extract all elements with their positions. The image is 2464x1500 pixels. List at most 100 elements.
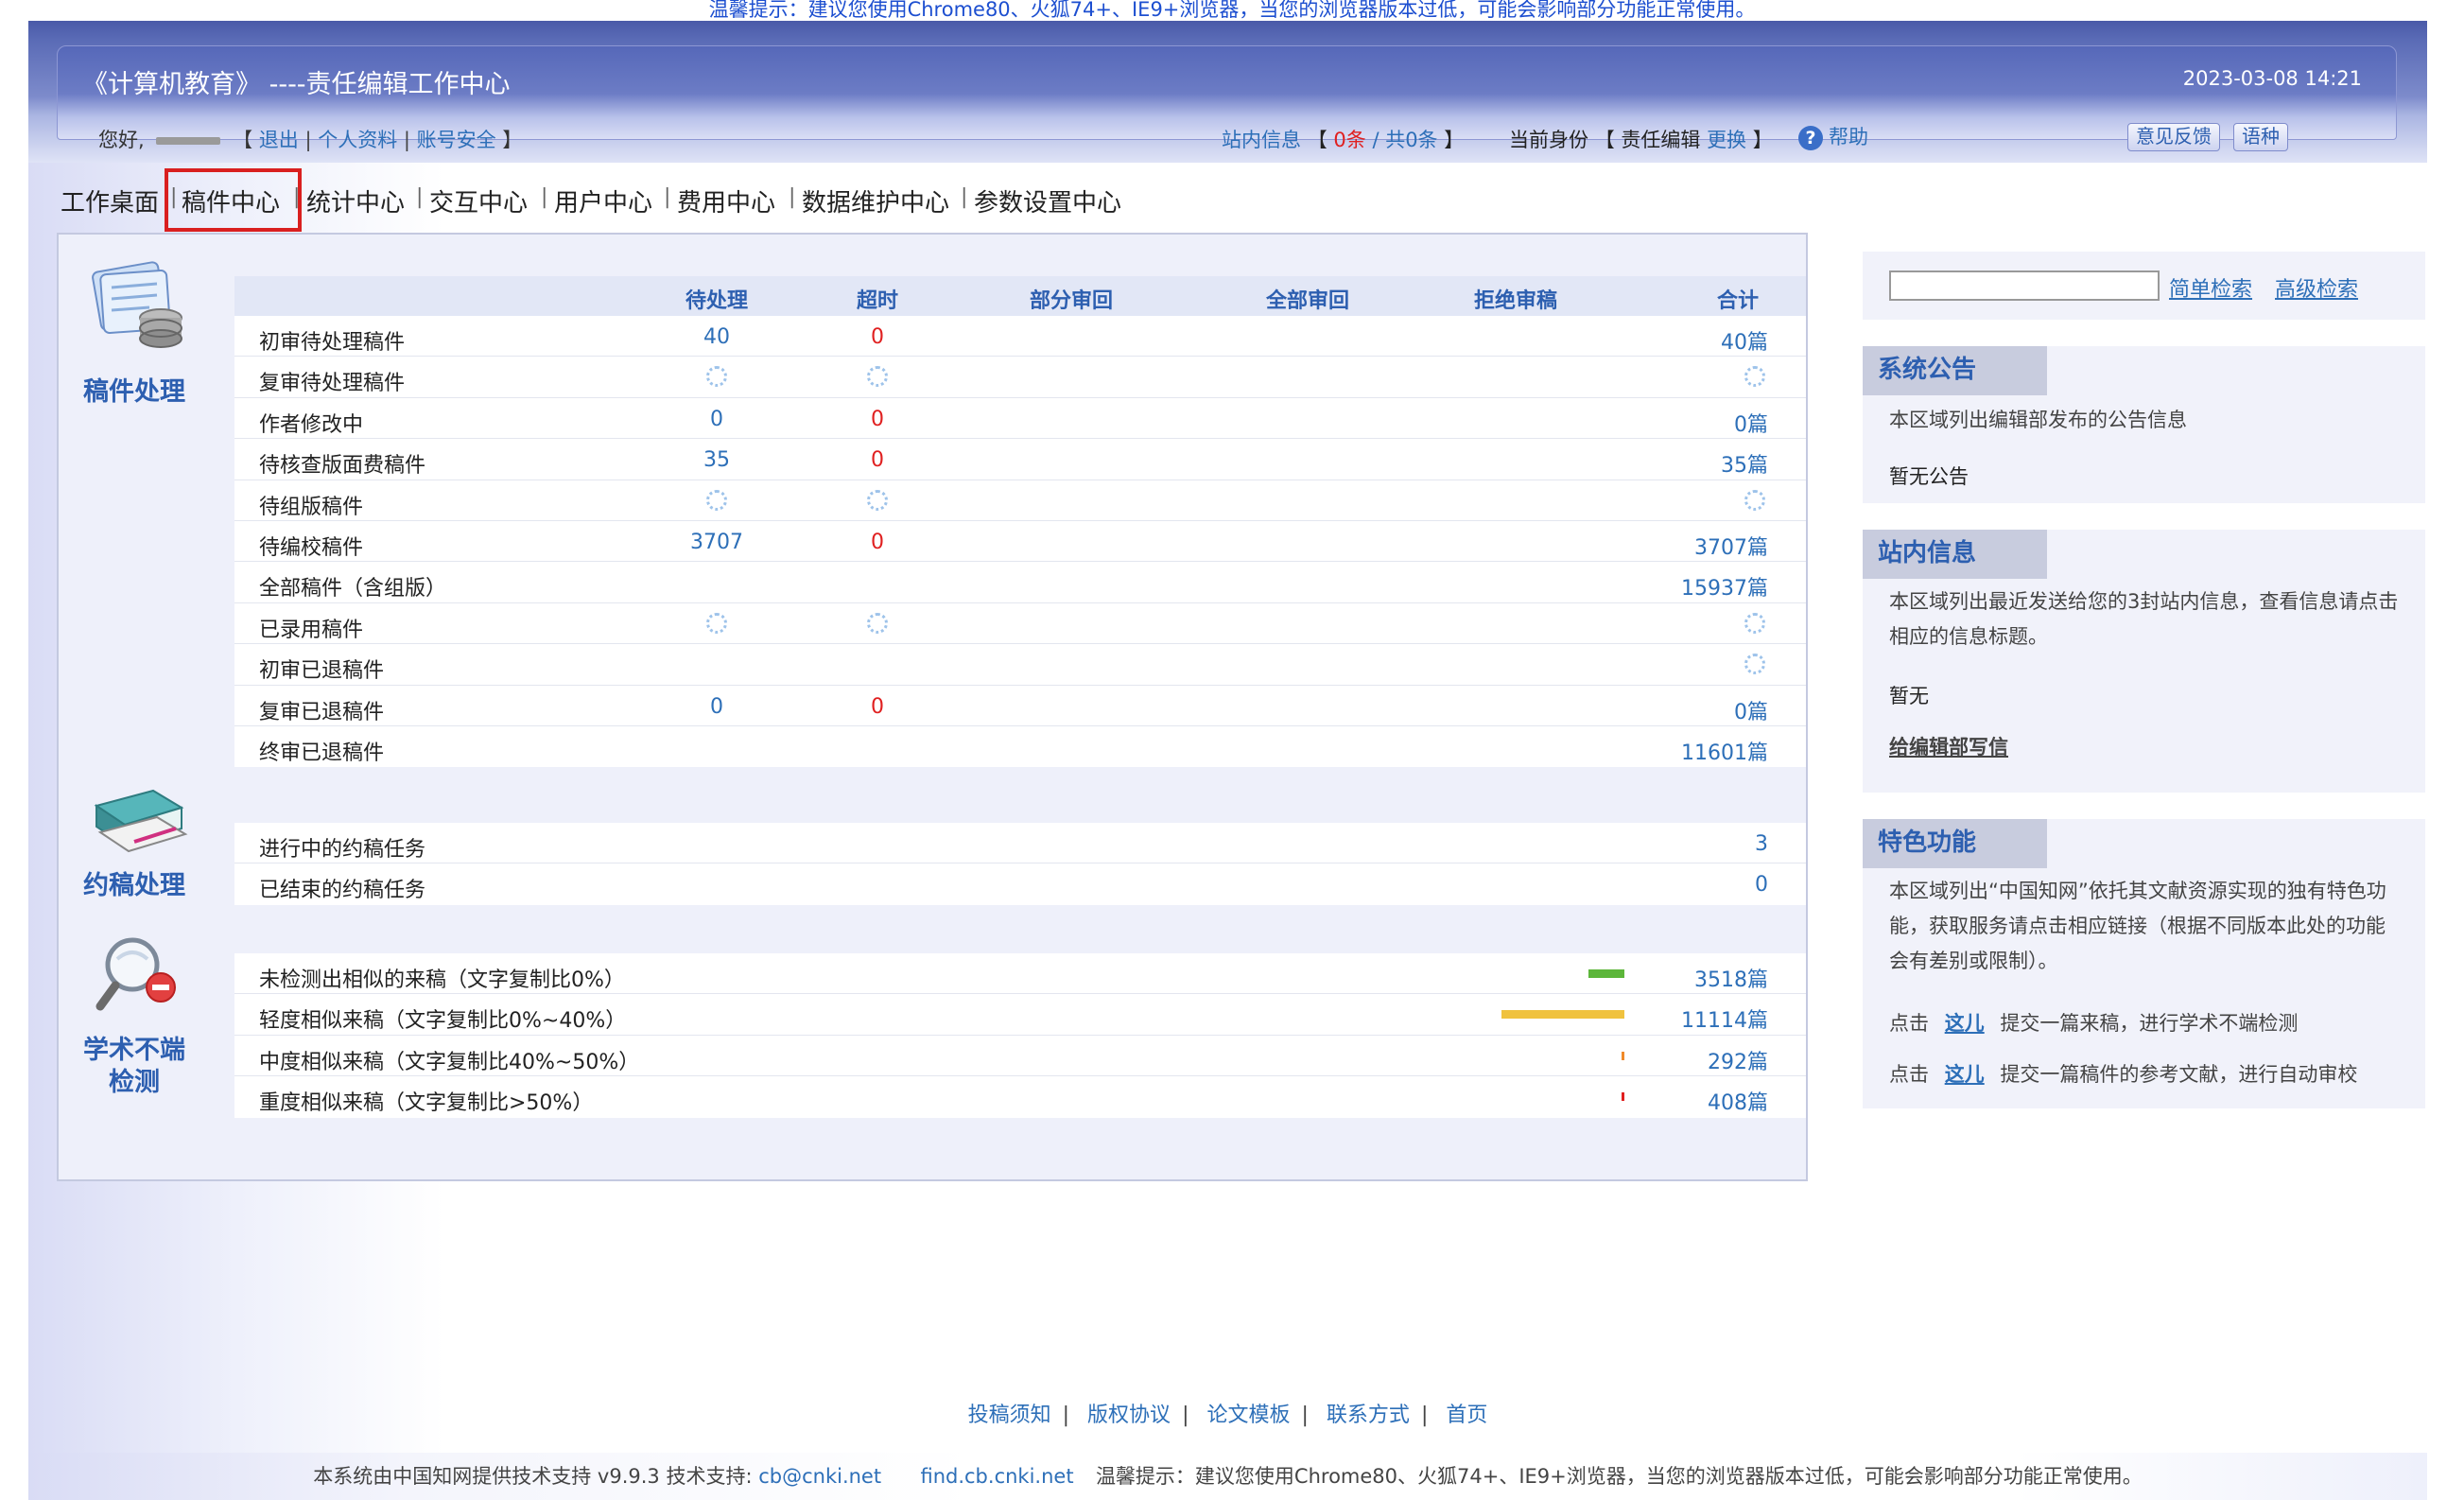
datetime: 2023-03-08 14:21 — [2182, 67, 2362, 90]
nav-item-fees[interactable]: 费用中心 — [677, 183, 775, 218]
pending-count[interactable]: 35 — [669, 448, 764, 472]
footer-warning: 温馨提示：建议您使用Chrome80、火狐74+、IE9+浏览器，当您的浏览器版… — [1095, 1465, 2143, 1488]
loading-spinner-icon — [867, 366, 888, 388]
manuscript-table: 待处理 超时 部分审回 全部审回 拒绝审稿 合计 初审待处理稿件 40 0 40… — [234, 276, 1806, 768]
site-message-total: / 共0条 — [1372, 129, 1438, 151]
account-security-link[interactable]: 账号安全 — [417, 129, 496, 151]
nav-item-desktop[interactable]: 工作桌面 — [61, 183, 159, 218]
nav-item-statistics[interactable]: 统计中心 — [306, 183, 405, 218]
solicitation-table: 进行中的约稿任务 3 已结束的约稿任务 0 — [234, 823, 1806, 905]
announcement-content: 暂无公告 — [1889, 465, 1969, 488]
total-count[interactable]: 11601篇 — [1653, 736, 1768, 766]
footer-link-template[interactable]: 论文模板 — [1206, 1404, 1290, 1427]
table-row: 中度相似来稿（文字复制比40%~50%） 292篇 — [234, 1036, 1806, 1077]
site-info-title: 站内信息 — [1863, 530, 2047, 579]
total-count[interactable]: 40篇 — [1653, 325, 1768, 356]
support-email-link[interactable]: cb@cnki.net — [758, 1465, 881, 1488]
row-name: 终审已退稿件 — [259, 741, 385, 765]
magnifier-check-icon — [95, 933, 189, 1020]
identity-value: 责任编辑 — [1621, 129, 1701, 151]
overdue-count[interactable]: 0 — [840, 325, 915, 349]
greeting: 您好, — [98, 129, 145, 151]
help-icon[interactable]: ? — [1798, 126, 1823, 150]
pending-count[interactable]: 0 — [669, 408, 764, 431]
user-bar: 您好, 【 退出 | 个人资料 | 账号安全 】 站内信息 【 0条 / 共0条… — [28, 113, 2427, 157]
table-row: 作者修改中 0 0 0篇 — [234, 398, 1806, 440]
identity-label: 当前身份 — [1509, 129, 1588, 151]
overdue-count[interactable]: 0 — [840, 531, 915, 554]
language-button[interactable]: 语种 — [2233, 123, 2288, 151]
misconduct-table: 未检测出相似的来稿（文字复制比0%） 3518篇 轻度相似来稿（文字复制比0%~… — [234, 953, 1806, 1118]
loading-spinner-icon — [1744, 654, 1765, 675]
search-box: 简单检索 高级检索 — [1863, 252, 2425, 320]
total-count[interactable]: 0 — [1653, 873, 1768, 897]
table-row: 进行中的约稿任务 3 — [234, 823, 1806, 864]
bracket-open: 【 — [233, 129, 253, 151]
similarity-bar — [1588, 969, 1624, 978]
overdue-count[interactable]: 0 — [840, 448, 915, 472]
nav-item-data-maintenance[interactable]: 数据维护中心 — [802, 183, 949, 218]
row-name: 中度相似来稿（文字复制比40%~50%） — [259, 1050, 640, 1074]
profile-link[interactable]: 个人资料 — [318, 129, 397, 151]
site-message-link[interactable]: 站内信息 — [1222, 129, 1301, 151]
table-row: 终审已退稿件 11601篇 — [234, 726, 1806, 767]
overdue-count[interactable]: 0 — [840, 695, 915, 719]
nav-item-users[interactable]: 用户中心 — [554, 183, 652, 218]
misconduct-label-line2: 检测 — [109, 1068, 160, 1097]
total-count[interactable]: 35篇 — [1653, 448, 1768, 479]
site-message-count[interactable]: 0条 — [1333, 129, 1365, 151]
features-title: 特色功能 — [1863, 819, 2047, 868]
pending-count[interactable]: 40 — [669, 325, 764, 349]
misconduct-check-link[interactable]: 这儿 — [1945, 1012, 1985, 1035]
footer-link-copyright[interactable]: 版权协议 — [1087, 1404, 1171, 1427]
nav-item-parameters[interactable]: 参数设置中心 — [974, 183, 1121, 218]
col-total: 合计 — [1716, 289, 1759, 313]
loading-spinner-icon — [867, 612, 888, 634]
table-row: 已录用稿件 — [234, 603, 1806, 645]
col-refused: 拒绝审稿 — [1473, 289, 1557, 313]
total-count[interactable]: 3518篇 — [1653, 963, 1768, 993]
col-full-return: 全部审回 — [1265, 289, 1349, 313]
footer-link-contact[interactable]: 联系方式 — [1327, 1404, 1410, 1427]
table-row: 已结束的约稿任务 0 — [234, 863, 1806, 904]
row-name: 待编校稿件 — [259, 535, 364, 560]
row-name: 未检测出相似的来稿（文字复制比0%） — [259, 968, 625, 992]
col-overdue: 超时 — [856, 289, 898, 313]
total-count[interactable]: 0篇 — [1653, 695, 1768, 725]
simple-search-link[interactable]: 简单检索 — [2169, 272, 2252, 303]
table-row: 待核查版面费稿件 35 0 35篇 — [234, 439, 1806, 480]
loading-spinner-icon — [867, 489, 888, 511]
write-to-editor-link[interactable]: 给编辑部写信 — [1889, 732, 2008, 760]
pending-count[interactable]: 0 — [669, 695, 764, 719]
logout-link[interactable]: 退出 — [259, 129, 299, 151]
feedback-button[interactable]: 意见反馈 — [2127, 123, 2220, 151]
table-row: 初审已退稿件 — [234, 644, 1806, 686]
pending-count[interactable]: 3707 — [669, 531, 764, 554]
total-count[interactable]: 3 — [1653, 832, 1768, 856]
total-count[interactable]: 11114篇 — [1653, 1003, 1768, 1034]
total-count[interactable]: 15937篇 — [1653, 571, 1768, 602]
announcement-desc: 本区域列出编辑部发布的公告信息 — [1889, 409, 2187, 431]
overdue-count[interactable]: 0 — [840, 408, 915, 431]
advanced-search-link[interactable]: 高级检索 — [2275, 272, 2358, 303]
reference-check-link[interactable]: 这儿 — [1945, 1063, 1985, 1086]
loading-spinner-icon — [1744, 489, 1765, 511]
nav-item-interaction[interactable]: 交互中心 — [429, 183, 528, 218]
support-site-link[interactable]: find.cb.cnki.net — [920, 1465, 1073, 1488]
nav-active-highlight — [165, 168, 302, 232]
total-count[interactable]: 408篇 — [1653, 1086, 1768, 1116]
total-count[interactable]: 3707篇 — [1653, 531, 1768, 561]
footer-link-home[interactable]: 首页 — [1446, 1404, 1487, 1427]
total-count[interactable]: 0篇 — [1653, 408, 1768, 438]
search-input[interactable] — [1889, 270, 2160, 301]
site-info-desc: 本区域列出最近发送给您的3封站内信息，查看信息请点击相应的信息标题。 — [1889, 590, 2399, 648]
col-partial-return: 部分审回 — [1029, 289, 1113, 313]
footer-link-guide[interactable]: 投稿须知 — [968, 1404, 1051, 1427]
total-count[interactable]: 292篇 — [1653, 1045, 1768, 1075]
loading-spinner-icon — [706, 612, 727, 634]
help-link[interactable]: 帮助 — [1829, 126, 1868, 148]
switch-identity-link[interactable]: 更换 — [1707, 129, 1746, 151]
loading-spinner-icon — [706, 489, 727, 511]
table-row: 重度相似来稿（文字复制比>50%） 408篇 — [234, 1076, 1806, 1117]
misconduct-label-line1: 学术不端 — [83, 1036, 185, 1065]
